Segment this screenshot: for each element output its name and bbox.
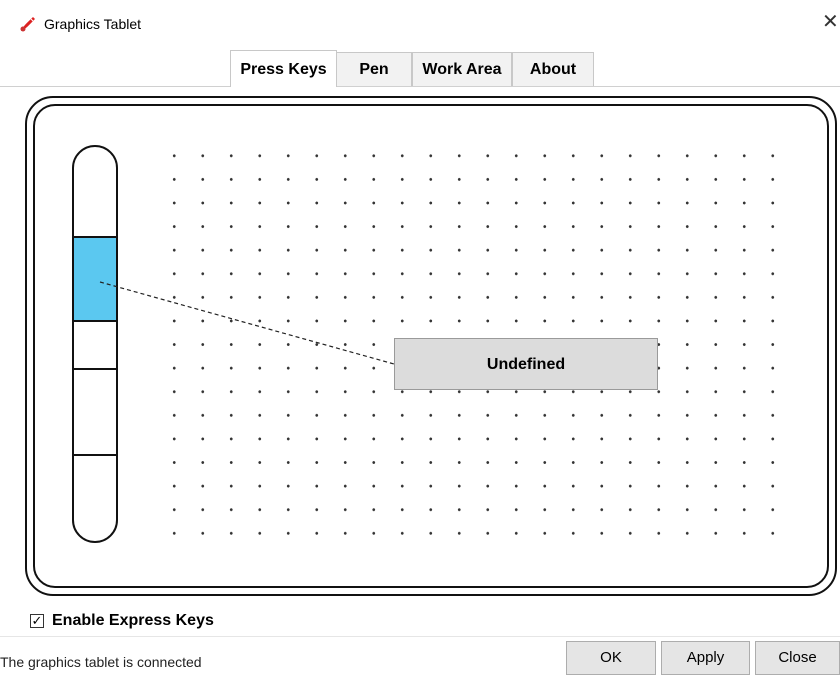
apply-button[interactable]: Apply [661, 641, 750, 675]
tab-about[interactable]: About [512, 52, 594, 86]
title-bar: Graphics Tablet ✕ [0, 0, 840, 48]
express-key-4[interactable] [74, 370, 116, 454]
express-key-3[interactable] [74, 322, 116, 368]
enable-express-keys-checkbox[interactable]: ✓ Enable Express Keys [30, 610, 214, 632]
close-window-icon[interactable]: ✕ [822, 12, 839, 32]
close-button[interactable]: Close [755, 641, 840, 675]
connection-status: The graphics tablet is connected [0, 654, 202, 670]
tab-press-keys[interactable]: Press Keys [230, 50, 337, 87]
key-function-button[interactable]: Undefined [394, 338, 658, 390]
express-key-2[interactable] [74, 238, 116, 320]
enable-express-keys-label: Enable Express Keys [52, 612, 214, 629]
express-key-5[interactable] [74, 456, 116, 541]
tab-bar: Press Keys Pen Work Area About [0, 48, 840, 87]
window-title: Graphics Tablet [44, 16, 142, 32]
express-keys-strip [72, 145, 118, 543]
paint-brush-icon [20, 17, 35, 32]
tab-pen[interactable]: Pen [336, 52, 412, 86]
footer-divider [0, 636, 840, 637]
express-key-1[interactable] [74, 147, 116, 236]
tab-work-area[interactable]: Work Area [412, 52, 512, 86]
ok-button[interactable]: OK [566, 641, 656, 675]
checkbox-checked-icon[interactable]: ✓ [30, 614, 44, 628]
